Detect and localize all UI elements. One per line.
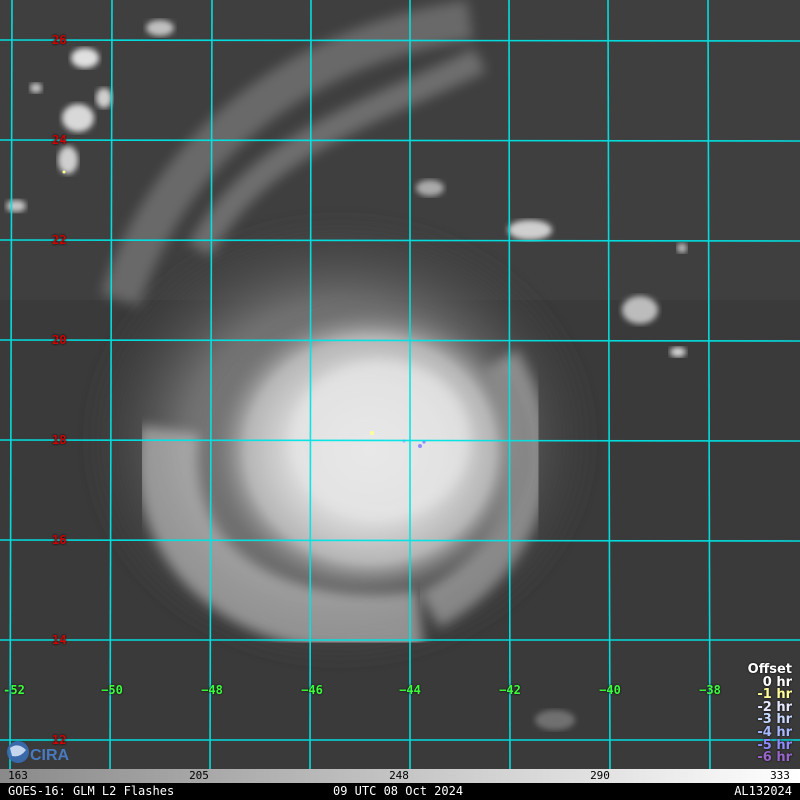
satellite-viewer: 26 24 22 20 18 16 14 12 -52 −50 −48 −46 …: [0, 0, 800, 800]
svg-text:CIRA: CIRA: [30, 747, 70, 764]
storm-id-label: AL132024: [734, 784, 792, 798]
flash-marker: [418, 444, 422, 448]
colorbar-tick: 205: [189, 769, 209, 782]
lat-label: 14: [52, 633, 67, 647]
timestamp-label: 09 UTC 08 Oct 2024: [333, 784, 464, 798]
lon-label: −38: [699, 683, 721, 697]
product-label: GOES-16: GLM L2 Flashes: [8, 784, 175, 798]
lon-label: −44: [399, 683, 421, 697]
flash-marker: [370, 431, 374, 435]
offset-item: -6 hr: [757, 750, 792, 766]
lon-label: −40: [599, 683, 621, 697]
lon-label: −50: [101, 683, 123, 697]
lat-label: 22: [52, 233, 67, 247]
lon-label: −46: [301, 683, 323, 697]
info-footer: GOES-16: GLM L2 Flashes 09 UTC 08 Oct 20…: [0, 783, 800, 800]
colorbar-tick: 163: [8, 769, 28, 782]
lon-label: -52: [3, 683, 25, 697]
lat-label: 26: [52, 33, 67, 47]
lon-label: −48: [201, 683, 223, 697]
lat-label: 18: [52, 433, 67, 447]
satellite-image: [0, 0, 800, 770]
lat-label: 20: [52, 333, 67, 347]
lat-label: 16: [52, 533, 67, 547]
cira-logo: CIRA: [7, 741, 70, 764]
flash-marker: [62, 170, 66, 174]
offset-legend: Offset 0 hr -1 hr -2 hr -3 hr -4 hr -5 h…: [748, 663, 792, 766]
lat-label: 24: [52, 133, 67, 147]
brightness-temperature-colorbar: 163 205 248 290 333: [0, 769, 800, 783]
colorbar-tick: 248: [389, 769, 409, 782]
lon-label: −42: [499, 683, 521, 697]
colorbar-tick: 290: [590, 769, 610, 782]
colorbar-tick: 333: [770, 769, 790, 782]
